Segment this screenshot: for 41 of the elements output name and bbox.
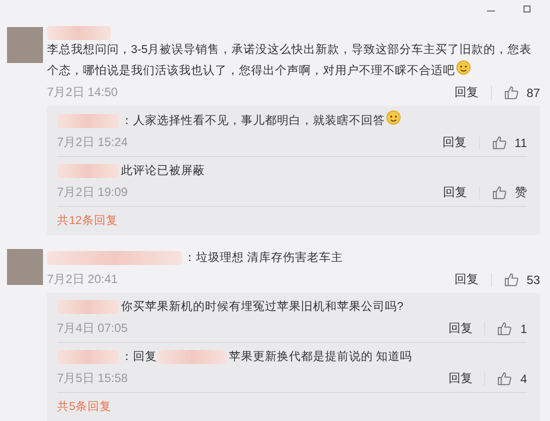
blurred-username[interactable] [157,350,227,364]
blurred-username[interactable] [47,251,182,265]
blurred-username[interactable] [57,300,119,314]
like-count[interactable]: 87 [526,86,540,100]
blurred-username[interactable] [57,114,119,128]
comment-text: 李总我想问问，3-5月被误导销售，承诺没这么快出新款，导致这部分车主买了旧款的，您表个态，哪怕说是我们活该我也认了，您得出个声啊，对用户不理不睬不合适吧 [47,44,532,77]
thumbs-up-icon[interactable] [497,321,512,336]
like-count[interactable]: 赞 [515,184,527,201]
comment-time: 7月2日 20:41 [47,271,119,288]
thumbs-up-icon[interactable] [504,85,519,100]
reply-link[interactable]: 回复 [443,184,467,201]
comment-time: 7月5日 15:58 [57,370,129,387]
thumbs-up-icon[interactable] [492,135,507,150]
thumbs-up-icon[interactable] [497,371,512,386]
comment-time: 7月2日 15:24 [57,134,129,151]
avatar-placeholder[interactable] [7,27,43,63]
blurred-username[interactable] [57,164,119,178]
comment-time: 7月2日 14:50 [47,84,119,101]
comment-text: ：垃圾理想 清库存伤害老车主 [184,252,344,264]
maximize-icon[interactable] [522,4,532,14]
like-count[interactable]: 4 [520,372,527,386]
blurred-username[interactable] [57,350,119,364]
thumbs-up-icon[interactable] [504,272,519,287]
reply-link[interactable]: 回复 [454,271,479,288]
comment-time: 7月4日 07:05 [57,320,129,337]
like-count[interactable]: 53 [526,272,540,286]
comment-text: 此评论已被屏蔽 [121,165,205,177]
reply-link[interactable]: 回复 [454,84,479,101]
comment-text: 苹果更新换代都是提前说的 知道吗 [229,351,412,363]
comment-text: 你买苹果新机的时候有埋冤过苹果旧机和苹果公司吗? [121,301,404,313]
reply-prefix: ：回复 [121,350,157,365]
comment-time: 7月2日 19:09 [57,184,129,201]
blurred-username[interactable] [47,26,111,40]
reply-link[interactable]: 回复 [442,134,467,151]
comment-text: ：人家选择性看不见，事儿都明白，就装瞎不回答 [121,115,385,127]
like-count[interactable]: 1 [520,322,527,336]
reply-link[interactable]: 回复 [448,370,472,387]
thumbs-up-icon[interactable] [492,185,507,200]
avatar-placeholder[interactable] [7,249,43,285]
reply-link[interactable]: 回复 [448,320,472,337]
like-count[interactable]: 11 [514,136,527,150]
